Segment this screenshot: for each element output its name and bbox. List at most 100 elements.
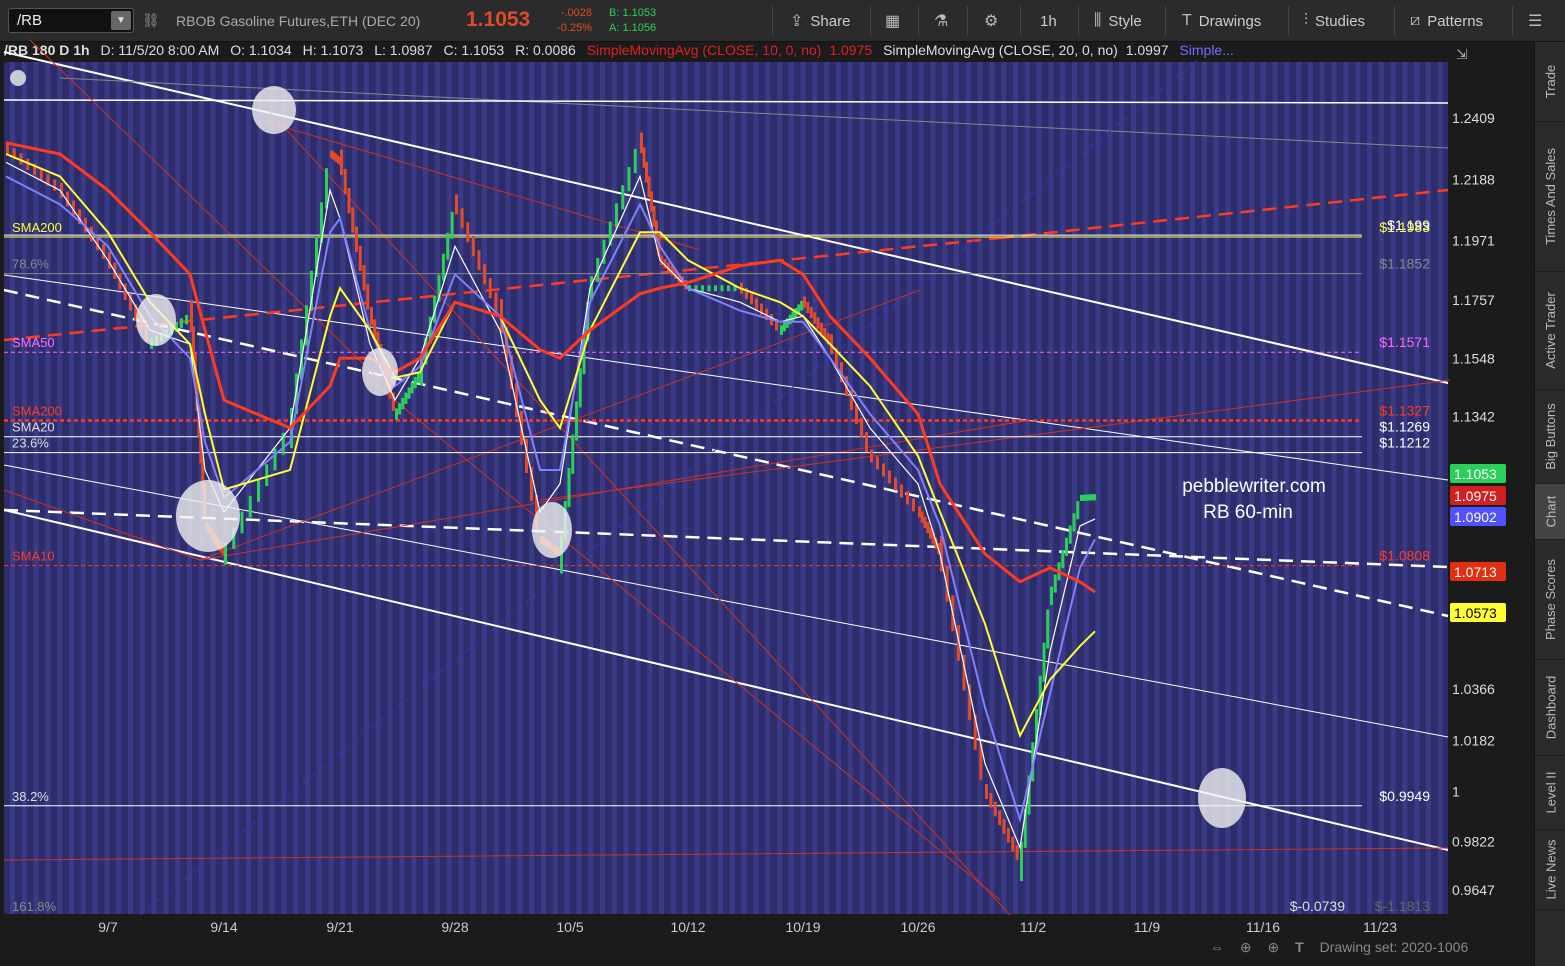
x-tick-label: 9/7 — [98, 919, 118, 935]
session-stripe — [1048, 62, 1054, 914]
price-candle — [782, 321, 786, 332]
level-right-label: $0.9949 — [1379, 788, 1430, 804]
session-stripe — [1072, 62, 1077, 914]
price-candle — [1093, 494, 1097, 501]
price-candle — [633, 148, 637, 174]
price-candle — [727, 285, 730, 292]
session-stripe — [411, 62, 417, 914]
sidebar-tab-label: Dashboard — [1543, 675, 1559, 740]
price-candle — [401, 397, 405, 410]
price-candle — [398, 403, 402, 415]
price-candle — [450, 211, 454, 239]
price-candle — [627, 167, 631, 192]
session-stripe — [375, 62, 381, 914]
price-candle — [816, 317, 820, 329]
text-tool-icon[interactable]: T — [1295, 939, 1304, 955]
price-candle — [39, 168, 43, 181]
price-candle — [806, 301, 810, 314]
level-right-label: $1.1327 — [1379, 402, 1430, 418]
left-right-arrows-icon[interactable]: ⇔ — [1210, 939, 1224, 955]
session-stripe — [446, 62, 452, 914]
session-stripe — [1001, 62, 1007, 914]
price-candle — [575, 401, 578, 441]
zoom-crosshair-icon[interactable]: ⊕ — [1268, 939, 1280, 955]
price-candle — [1065, 537, 1068, 556]
session-stripe — [670, 62, 676, 914]
session-stripe — [977, 62, 983, 914]
session-stripe — [352, 62, 358, 914]
price-chart[interactable]: 9/7 9/14 9/21 9/28 10/5 10/12 10/19 10/26 11/2 11… — [0, 0, 1532, 966]
x-tick-label: 10/26 — [900, 919, 935, 935]
level-right-label: $1.1212 — [1379, 435, 1430, 451]
level-left-label: SMA10 — [12, 549, 55, 564]
y-tick-label: 1 — [1452, 784, 1460, 800]
price-badge-value: 1.0975 — [1454, 488, 1497, 504]
price-candle — [257, 480, 260, 502]
price-candle — [615, 203, 618, 228]
level-left-label: 38.2% — [12, 789, 49, 804]
price-candle — [714, 285, 717, 292]
session-stripe — [21, 62, 27, 914]
session-stripe — [1154, 62, 1160, 914]
price-candle — [750, 293, 753, 305]
session-stripe — [682, 62, 688, 914]
sidebar-tab-label: Level II — [1543, 771, 1559, 814]
sidebar-tab-big-buttons[interactable]: Big Buttons — [1535, 390, 1565, 484]
session-stripe — [1426, 62, 1431, 914]
x-tick-label: 11/16 — [1246, 919, 1280, 935]
price-candle — [755, 298, 758, 310]
session-stripe — [836, 62, 841, 914]
drawing-set-label[interactable]: Drawing set: 2020-1006 — [1320, 939, 1469, 955]
price-candle — [813, 312, 817, 324]
price-candle — [1050, 586, 1053, 605]
sidebar-tab-live-news[interactable]: Live News — [1535, 830, 1565, 910]
session-stripe — [1060, 62, 1066, 914]
session-stripe — [659, 62, 664, 914]
sidebar-tab-times-and-sales[interactable]: Times And Sales — [1535, 122, 1565, 272]
price-candle — [180, 318, 183, 328]
session-stripe — [576, 62, 582, 914]
session-stripe — [694, 62, 700, 914]
session-stripe — [777, 62, 782, 914]
price-candle — [343, 168, 347, 195]
sidebar-tab-dashboard[interactable]: Dashboard — [1535, 660, 1565, 756]
session-stripe — [729, 62, 735, 914]
price-candle — [720, 285, 724, 292]
sidebar-tab-label: Active Trader — [1543, 292, 1558, 369]
session-stripe — [706, 62, 712, 914]
session-stripe — [517, 62, 523, 914]
x-tick-label: 9/14 — [210, 919, 237, 935]
x-tick-label: 11/2 — [1020, 919, 1046, 935]
y-tick-label: 1.0366 — [1452, 681, 1495, 697]
session-stripe — [954, 62, 959, 914]
sidebar-tab-level-ii[interactable]: Level II — [1535, 756, 1565, 830]
sidebar-tab-active-trader[interactable]: Active Trader — [1535, 272, 1565, 390]
price-candle — [185, 314, 188, 325]
sidebar-tab-chart[interactable]: Chart — [1535, 484, 1565, 540]
session-stripe — [765, 62, 771, 914]
session-stripe — [989, 62, 995, 914]
crosshair-icon[interactable]: ⊕ — [1240, 939, 1252, 955]
price-candle — [819, 322, 823, 335]
price-candle — [1015, 845, 1019, 861]
price-candle — [1011, 836, 1015, 852]
sidebar-tab-trade[interactable]: Trade — [1535, 42, 1565, 122]
price-candle — [894, 477, 897, 491]
price-badge-value: 1.0902 — [1454, 509, 1497, 525]
sidebar-tab-phase-scores[interactable]: Phase Scores — [1535, 540, 1565, 660]
level-right-label: $-0.0739 — [1290, 898, 1345, 914]
price-badge-value: 1.0713 — [1454, 564, 1497, 580]
session-stripe — [1107, 62, 1113, 914]
price-candle — [410, 382, 414, 394]
price-candle — [900, 484, 903, 498]
price-candle — [707, 285, 711, 292]
price-candle — [998, 810, 1002, 826]
level-left-label: SMA200 — [12, 403, 62, 418]
price-candle — [395, 408, 398, 420]
x-tick-label: 11/23 — [1363, 919, 1397, 935]
y-tick-label: 1.2409 — [1452, 110, 1495, 126]
price-badge-value: 1.0573 — [1454, 605, 1497, 621]
price-candle — [571, 434, 575, 474]
price-candle — [404, 392, 408, 404]
session-stripe — [175, 62, 181, 914]
